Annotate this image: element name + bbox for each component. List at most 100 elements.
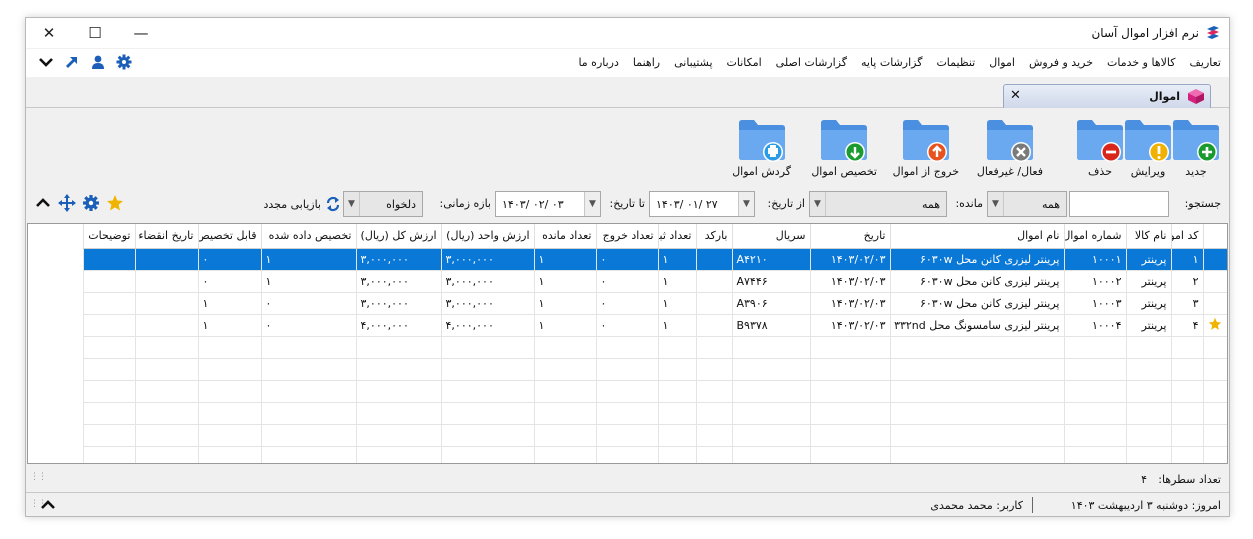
remaining-label: مانده: [955, 197, 983, 210]
gear-icon[interactable] [116, 54, 132, 70]
user-icon[interactable] [90, 54, 106, 70]
column-header-4[interactable]: تاریخ [809, 224, 890, 249]
menu-item-9[interactable]: راهنما [633, 56, 660, 69]
menu-item-1[interactable]: کالاها و خدمات [1107, 56, 1176, 69]
empty-cell [440, 358, 534, 381]
empty-row [82, 424, 1227, 447]
column-header-9[interactable]: تعداد مانده [533, 224, 596, 249]
column-header-8[interactable]: تعداد خروج [595, 224, 658, 249]
menu-item-6[interactable]: گزارشات اصلی [776, 56, 847, 69]
search-input[interactable] [1069, 191, 1169, 217]
row-count-value: ۴ [1141, 473, 1147, 486]
cell-code: ۴ [1170, 314, 1203, 337]
move-icon[interactable] [58, 194, 76, 212]
menu-item-3[interactable]: اموال [989, 56, 1015, 69]
folder-arrow-up-icon [902, 120, 949, 162]
menu-item-7[interactable]: امکانات [727, 56, 762, 69]
cell-unit: ۴,۰۰۰,۰۰۰ [440, 314, 534, 337]
table-row[interactable]: ۳ پرینتر ۱۰۰۰۳ پرینتر لیزری کانن محل ۶۰۳۰w ۱… [82, 292, 1227, 315]
empty-cell [1170, 380, 1203, 403]
table-row[interactable]: ۴ پرینتر ۱۰۰۰۴ پرینتر لیزری سامسونگ محل ۳۳۲… [82, 314, 1227, 337]
column-header-0[interactable]: کد اموال [1170, 224, 1203, 249]
maximize-window-button[interactable]: ☐ [72, 18, 118, 48]
type-filter-select[interactable]: همه ▼ [987, 191, 1067, 217]
star-icon [1209, 317, 1222, 330]
empty-cell [440, 424, 534, 447]
table-row[interactable]: ۲ پرینتر ۱۰۰۰۲ پرینتر لیزری کانن محل ۶۰۳۰w ۱… [82, 270, 1227, 293]
cell-reg: ۱ [657, 270, 696, 293]
folder-printer-icon [738, 120, 785, 162]
cell-rem: ۱ [533, 270, 596, 293]
reset-filters-button[interactable]: بازیابی مجدد [263, 196, 341, 212]
chevron-down-icon[interactable]: ▼ [584, 192, 600, 216]
cell-code: ۳ [1170, 292, 1203, 315]
empty-cell [657, 424, 696, 447]
empty-row [82, 446, 1227, 463]
empty-cell [731, 380, 810, 403]
empty-cell [595, 358, 658, 381]
chevron-up-icon[interactable] [34, 194, 52, 212]
tab-close-icon[interactable]: ✕ [1010, 88, 1021, 103]
to-date-input[interactable]: ۱۴۰۳/ ۰۲/ ۰۳ ▼ [495, 191, 601, 217]
menu-item-2[interactable]: خرید و فروش [1029, 56, 1093, 69]
cell-desc [82, 270, 135, 293]
chevron-down-icon[interactable] [38, 54, 54, 70]
grip-icon[interactable]: ⋮⋮ [30, 472, 47, 482]
circulation-button[interactable]: گردش اموال [732, 117, 791, 178]
empty-cell [889, 358, 1064, 381]
column-header-5[interactable]: سریال [731, 224, 810, 249]
chevron-up-icon[interactable] [40, 497, 56, 513]
new-button[interactable]: جدید [1171, 117, 1221, 178]
minimize-window-button[interactable]: — [118, 18, 164, 48]
arrow-up-right-icon[interactable] [64, 54, 80, 70]
empty-cell [82, 380, 135, 403]
cell-expire [134, 270, 198, 293]
chevron-down-icon[interactable]: ▼ [738, 192, 754, 216]
close-window-button[interactable]: ✕ [26, 18, 72, 48]
table-row[interactable]: ۱ پرینتر ۱۰۰۰۱ پرینتر لیزری کانن محل ۶۰۳۰w ۱… [82, 248, 1227, 271]
menu-item-5[interactable]: گزارشات پایه [861, 56, 922, 69]
gear-icon[interactable] [82, 194, 100, 212]
column-header-14[interactable]: تاریخ انقضاء [134, 224, 198, 249]
empty-cell [1063, 380, 1126, 403]
maximize-icon: ☐ [88, 24, 102, 42]
range-select[interactable]: دلخواه ▼ [343, 191, 423, 217]
delete-button[interactable]: حذف [1075, 117, 1125, 178]
column-header-13[interactable]: قابل تخصیص [197, 224, 261, 249]
cell-out: ۰ [595, 314, 658, 337]
assets-grid: کد اموالنام کالاشماره اموالنام اموالتاری… [27, 223, 1228, 464]
menu-item-0[interactable]: تعاریف [1190, 56, 1221, 69]
empty-cell [197, 402, 261, 425]
column-header-10[interactable]: ارزش واحد (ریال) [440, 224, 534, 249]
cell-unit: ۳,۰۰۰,۰۰۰ [440, 248, 534, 271]
menu-item-4[interactable]: تنظیمات [936, 56, 975, 69]
empty-row [82, 402, 1227, 425]
empty-cell [695, 358, 732, 381]
exit-button[interactable]: خروج از اموال [893, 117, 959, 178]
empty-cell [1125, 380, 1171, 403]
cell-reg: ۱ [657, 314, 696, 337]
empty-cell [1202, 380, 1227, 403]
remaining-select[interactable]: همه ▼ [809, 191, 947, 217]
from-date-input[interactable]: ۱۴۰۳/ ۰۱/ ۲۷ ▼ [649, 191, 755, 217]
column-header-1[interactable]: نام کالا [1125, 224, 1171, 249]
assign-button[interactable]: تخصیص اموال [811, 117, 877, 178]
empty-cell [731, 336, 810, 359]
column-header-11[interactable]: ارزش کل (ریال) [355, 224, 441, 249]
column-header-15[interactable]: توضیحات [82, 224, 135, 249]
star-icon[interactable] [106, 194, 124, 212]
column-header-6[interactable]: بارکد [695, 224, 732, 249]
column-header-2[interactable]: شماره اموال [1063, 224, 1126, 249]
column-header-12[interactable]: تخصیص داده شده [260, 224, 356, 249]
cell-rem: ۱ [533, 248, 596, 271]
toggle-button[interactable]: فعال/ غیرفعال [977, 117, 1043, 178]
menu-item-10[interactable]: درباره ما [578, 56, 618, 69]
cell-total: ۳,۰۰۰,۰۰۰ [355, 248, 441, 271]
cell-barcode [695, 270, 732, 293]
edit-button[interactable]: ویرایش [1123, 117, 1173, 178]
column-header-3[interactable]: نام اموال [889, 224, 1064, 249]
empty-cell [197, 424, 261, 447]
tab-assets[interactable]: اموال ✕ [1003, 84, 1211, 108]
menu-item-8[interactable]: پشتیبانی [674, 56, 712, 69]
column-header-7[interactable]: تعداد ثبت [657, 224, 696, 249]
